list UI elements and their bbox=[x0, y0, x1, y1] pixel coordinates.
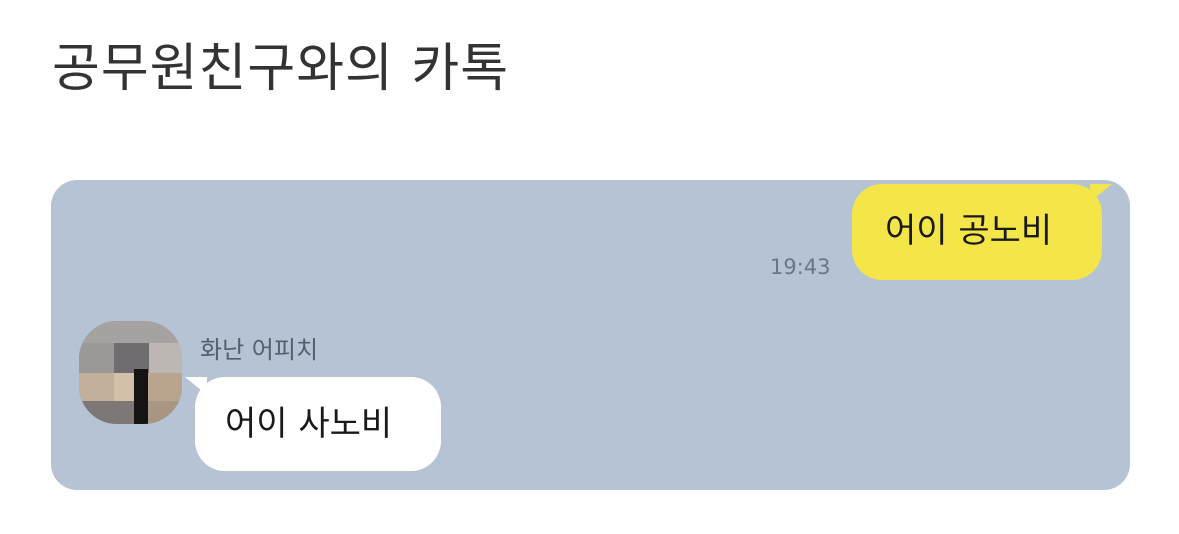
avatar[interactable] bbox=[79, 321, 182, 424]
received-message-text: 어이 사노비 bbox=[225, 404, 393, 444]
bubble-tail bbox=[1090, 184, 1112, 202]
received-message-bubble[interactable]: 어이 사노비 bbox=[185, 377, 441, 471]
sent-message-text: 어이 공노비 bbox=[885, 211, 1053, 251]
bubble-tail bbox=[185, 377, 207, 395]
sent-message-bubble[interactable]: 어이 공노비 bbox=[852, 184, 1112, 280]
message-timestamp: 19:43 bbox=[770, 255, 831, 279]
sender-name: 화난 어피치 bbox=[200, 336, 319, 364]
chat-window: 어이 공노비 19:43 화난 어피치 어이 사노비 bbox=[51, 180, 1130, 490]
page-title: 공무원친구와의 카톡 bbox=[52, 39, 510, 99]
